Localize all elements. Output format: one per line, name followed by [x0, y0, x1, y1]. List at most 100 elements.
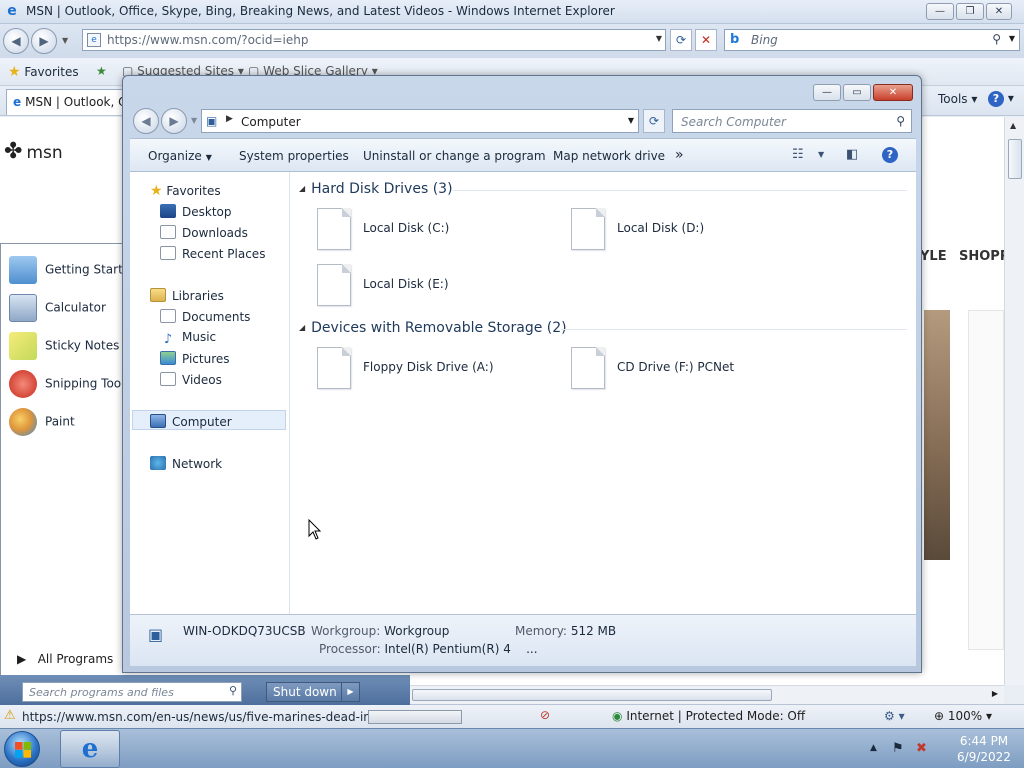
explorer-body: ★ Favorites Desktop Downloads Recent Pla… [130, 172, 916, 614]
search-icon[interactable]: ⚲ [229, 684, 237, 697]
explorer-close-button[interactable]: ✕ [873, 84, 913, 101]
start-item-paint[interactable]: Paint [9, 408, 125, 442]
explorer-refresh-button[interactable]: ⟳ [643, 109, 665, 133]
uninstall-program-button[interactable]: Uninstall or change a program [363, 149, 546, 163]
nav-documents[interactable]: Documents [160, 309, 250, 324]
ie-stop-button[interactable]: ✕ [695, 29, 717, 51]
explorer-help-icon[interactable]: ? [882, 147, 898, 163]
action-center-icon[interactable]: ⚑ [892, 741, 904, 756]
explorer-forward-button[interactable]: ▶ [161, 108, 187, 134]
start-item-getting-started[interactable]: Getting Started [9, 256, 125, 290]
ie-minimize-button[interactable]: — [926, 3, 954, 20]
shutdown-options-arrow-icon[interactable]: ▶ [341, 683, 359, 701]
address-dropdown-icon[interactable]: ▼ [628, 116, 634, 125]
shutdown-button[interactable]: Shut down ▶ [266, 682, 360, 702]
nav-recent-places[interactable]: Recent Places [160, 246, 265, 261]
collapse-triangle-icon[interactable]: ◢ [299, 323, 305, 332]
group-header-hard-disks[interactable]: ◢ Hard Disk Drives (3) [299, 181, 453, 197]
msn-logo[interactable]: ✤ msn [4, 139, 63, 164]
system-properties-button[interactable]: System properties [239, 149, 349, 163]
ie-vertical-scrollbar[interactable]: ▲ [1004, 117, 1024, 685]
tools-menu-button[interactable]: Tools ▾ [938, 92, 977, 106]
floppy-drive-icon [317, 347, 351, 389]
ie-restore-button[interactable]: ❐ [956, 3, 984, 20]
scroll-right-icon[interactable]: ▶ [992, 689, 998, 698]
nav-videos[interactable]: Videos [160, 372, 222, 387]
nav-downloads[interactable]: Downloads [160, 225, 248, 240]
ie-address-url[interactable]: https://www.msn.com/?ocid=iehp [107, 33, 308, 47]
drive-floppy-a[interactable]: Floppy Disk Drive (A:) [317, 347, 537, 393]
clock-date: 6/9/2022 [957, 750, 1011, 764]
system-clock[interactable]: 6:44 PM 6/9/2022 [944, 733, 1024, 765]
ie-help-button[interactable]: ? ▾ [988, 91, 1014, 107]
start-item-snipping-tool[interactable]: Snipping Tool [9, 370, 125, 404]
nav-pictures[interactable]: Pictures [160, 351, 230, 366]
add-to-favorites-bar-icon[interactable]: ★ [96, 64, 107, 78]
cd-drive-icon [571, 347, 605, 389]
start-button[interactable] [4, 731, 40, 767]
ie-horizontal-scrollbar[interactable]: ▶ [410, 685, 1004, 704]
drive-local-disk-c[interactable]: Local Disk (C:) [317, 208, 537, 254]
explorer-address-bar[interactable]: ▣ ▶ Computer ▼ [201, 109, 639, 133]
ie-forward-button[interactable]: ▶ [31, 28, 57, 54]
scroll-up-icon[interactable]: ▲ [1010, 121, 1016, 130]
address-dropdown-icon[interactable]: ▼ [656, 34, 662, 43]
search-icon[interactable]: ⚲ [992, 32, 1001, 46]
nav-label: Documents [182, 310, 251, 324]
ie-address-bar[interactable]: e https://www.msn.com/?ocid=iehp ▼ [82, 29, 666, 51]
organize-button[interactable]: Organize ▼ [148, 149, 212, 163]
search-icon[interactable]: ⚲ [896, 114, 905, 128]
ie-tab-msn[interactable]: e MSN | Outlook, Of [6, 89, 130, 115]
recent-pages-chevron-icon[interactable]: ▼ [62, 36, 68, 45]
news-photo[interactable] [924, 310, 950, 560]
search-dropdown-icon[interactable]: ▼ [1009, 34, 1015, 43]
nav-network[interactable]: Network [150, 456, 222, 471]
scroll-thumb[interactable] [1008, 139, 1022, 179]
recent-locations-chevron-icon[interactable]: ▼ [191, 116, 197, 125]
nav-computer[interactable]: Computer [150, 414, 232, 429]
start-item-calculator[interactable]: Calculator [9, 294, 125, 328]
ie-close-button[interactable]: ✕ [986, 3, 1012, 20]
network-disconnected-icon[interactable]: ✖ [916, 741, 927, 756]
explorer-minimize-button[interactable]: — [813, 84, 841, 101]
start-search-input[interactable]: Search programs and files ⚲ [22, 682, 242, 702]
map-network-drive-button[interactable]: Map network drive [553, 149, 665, 163]
explorer-back-button[interactable]: ◀ [133, 108, 159, 134]
collapse-triangle-icon[interactable]: ◢ [299, 184, 305, 193]
view-options-chevron-icon[interactable]: ▼ [818, 150, 824, 159]
ie-search-placeholder[interactable]: Bing [751, 33, 778, 47]
breadcrumb-computer[interactable]: Computer [241, 115, 301, 129]
drive-cd-f[interactable]: CD Drive (F:) PCNet [571, 347, 791, 393]
msn-nav-lifestyle[interactable]: YLE [920, 249, 947, 264]
nav-music[interactable]: ♪ Music [160, 330, 216, 347]
shutdown-label: Shut down [273, 685, 337, 699]
drive-local-disk-e[interactable]: Local Disk (E:) [317, 264, 537, 310]
start-menu-programs-pane: Getting Started Calculator Sticky Notes … [0, 243, 125, 705]
zoom-control[interactable]: ⊕ 100% ▾ [934, 709, 992, 723]
security-zone[interactable]: ◉ Internet | Protected Mode: Off [612, 709, 805, 723]
protected-mode-icon[interactable]: ⚙ ▾ [884, 709, 905, 723]
ie-search-box[interactable]: b Bing ⚲ ▼ [724, 29, 1020, 51]
nav-libraries[interactable]: Libraries [150, 288, 224, 303]
group-header-removable[interactable]: ◢ Devices with Removable Storage (2) [299, 320, 567, 336]
show-hidden-icons-button[interactable]: ▲ [870, 743, 877, 753]
ie-back-button[interactable]: ◀ [3, 28, 29, 54]
all-programs-button[interactable]: ▶ All Programs [17, 652, 113, 666]
more-commands-button[interactable]: » [675, 147, 684, 163]
workgroup-info: Workgroup: Workgroup [311, 624, 449, 638]
explorer-maximize-button[interactable]: ▭ [843, 84, 871, 101]
taskbar-internet-explorer[interactable]: e [60, 730, 120, 768]
breadcrumb-arrow-icon[interactable]: ▶ [226, 114, 233, 124]
ie-titlebar: e MSN | Outlook, Office, Skype, Bing, Br… [0, 0, 1024, 24]
nav-desktop[interactable]: Desktop [160, 204, 232, 219]
start-item-sticky-notes[interactable]: Sticky Notes [9, 332, 125, 366]
drive-local-disk-d[interactable]: Local Disk (D:) [571, 208, 791, 254]
popup-blocked-icon[interactable]: ⊘ [540, 708, 550, 722]
nav-favorites[interactable]: ★ Favorites [150, 183, 221, 199]
favorites-button[interactable]: ★ Favorites [8, 64, 79, 80]
preview-pane-icon[interactable]: ◧ [846, 147, 858, 162]
explorer-search-input[interactable]: Search Computer ⚲ [672, 109, 912, 133]
change-view-icon[interactable]: ☷ [792, 147, 804, 162]
ie-refresh-button[interactable]: ⟳ [670, 29, 692, 51]
hscroll-thumb[interactable] [412, 689, 772, 701]
